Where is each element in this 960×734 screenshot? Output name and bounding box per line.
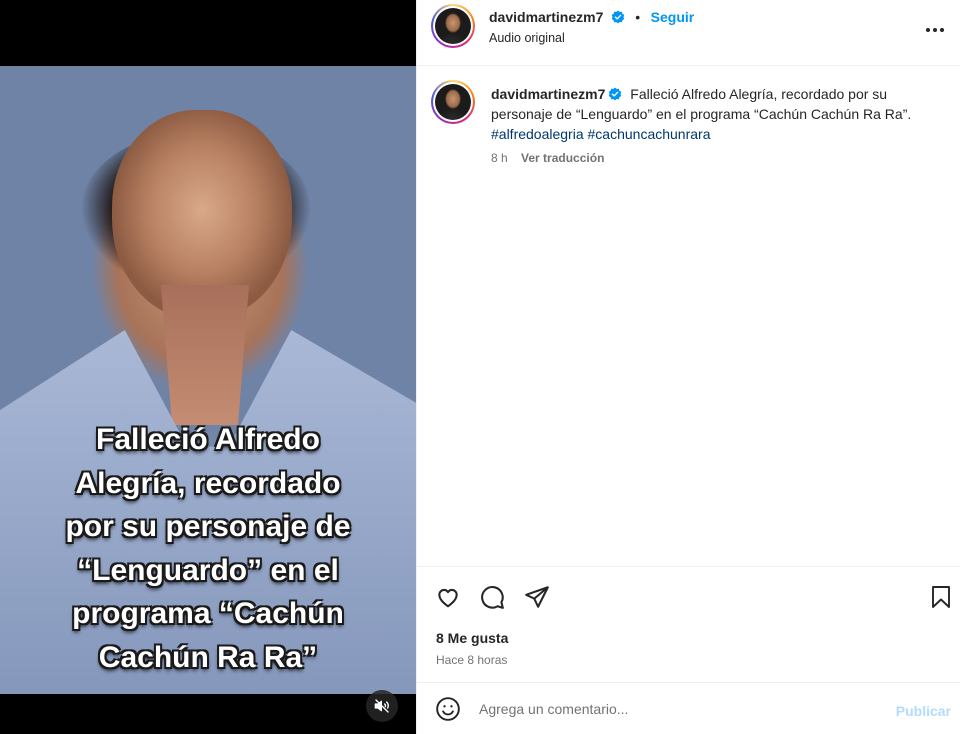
overlay-line: Falleció Alfredo xyxy=(96,423,320,456)
likes-count[interactable]: 8 Me gusta xyxy=(436,630,508,646)
overlay-line: Cachún Ra Ra” xyxy=(98,640,318,674)
more-options-button[interactable] xyxy=(923,18,947,42)
avatar-image xyxy=(435,84,471,120)
overlay-line: “Lenguardo” en el xyxy=(77,553,339,587)
header-title-row: davidmartinezm7 • Seguir xyxy=(489,9,694,27)
post-panel: davidmartinezm7 • Seguir Audio original … xyxy=(416,0,960,734)
overlay-line: programa “Cachún xyxy=(72,597,344,630)
publish-button[interactable]: Publicar xyxy=(896,703,951,719)
translate-button[interactable]: Ver traducción xyxy=(521,151,604,165)
caption-avatar[interactable] xyxy=(431,80,475,124)
caption-username[interactable]: davidmartinezm7 xyxy=(491,86,605,102)
overlay-line: por su personaje de xyxy=(65,510,351,543)
post-media[interactable]: Falleció Alfredo Alegría, recordado por … xyxy=(0,0,416,734)
actions-bar: 8 Me gusta Hace 8 horas xyxy=(417,566,960,682)
verified-badge-icon xyxy=(609,87,622,101)
comment-input[interactable] xyxy=(479,697,879,721)
header-separator: • xyxy=(635,9,641,25)
caption-time[interactable]: 8 h xyxy=(491,151,508,165)
header-username[interactable]: davidmartinezm7 xyxy=(489,9,603,25)
comment-button[interactable] xyxy=(478,583,506,611)
hashtag-link[interactable]: #alfredoalegria xyxy=(491,126,584,142)
media-overlay-text: Falleció Alfredo Alegría, recordado por … xyxy=(20,418,396,679)
emoji-button[interactable] xyxy=(434,695,462,723)
more-horizontal-icon xyxy=(926,28,944,32)
follow-button[interactable]: Seguir xyxy=(651,9,695,25)
avatar-image xyxy=(435,8,471,44)
caption-meta: 8 h Ver traducción xyxy=(491,151,604,165)
author-avatar[interactable] xyxy=(431,4,475,48)
caption-text: davidmartinezm7 Falleció Alfredo Alegría… xyxy=(491,84,941,144)
comment-bar: Publicar xyxy=(417,682,960,734)
audio-label[interactable]: Audio original xyxy=(489,31,565,45)
emoji-icon xyxy=(436,697,460,721)
overlay-line: Alegría, recordado xyxy=(75,466,341,500)
post-header: davidmartinezm7 • Seguir Audio original xyxy=(417,0,960,66)
hashtag-link[interactable]: #cachuncachunrara xyxy=(588,126,711,142)
like-button[interactable] xyxy=(434,583,462,611)
share-button[interactable] xyxy=(523,583,551,611)
save-button[interactable] xyxy=(927,583,955,611)
speaker-muted-icon xyxy=(374,699,389,713)
share-icon xyxy=(525,586,549,608)
mute-button[interactable] xyxy=(366,690,398,722)
post-time[interactable]: Hace 8 horas xyxy=(436,653,507,667)
comment-icon xyxy=(481,586,504,609)
bookmark-icon xyxy=(932,586,950,608)
verified-badge-icon xyxy=(611,10,625,24)
heart-icon xyxy=(438,588,458,608)
